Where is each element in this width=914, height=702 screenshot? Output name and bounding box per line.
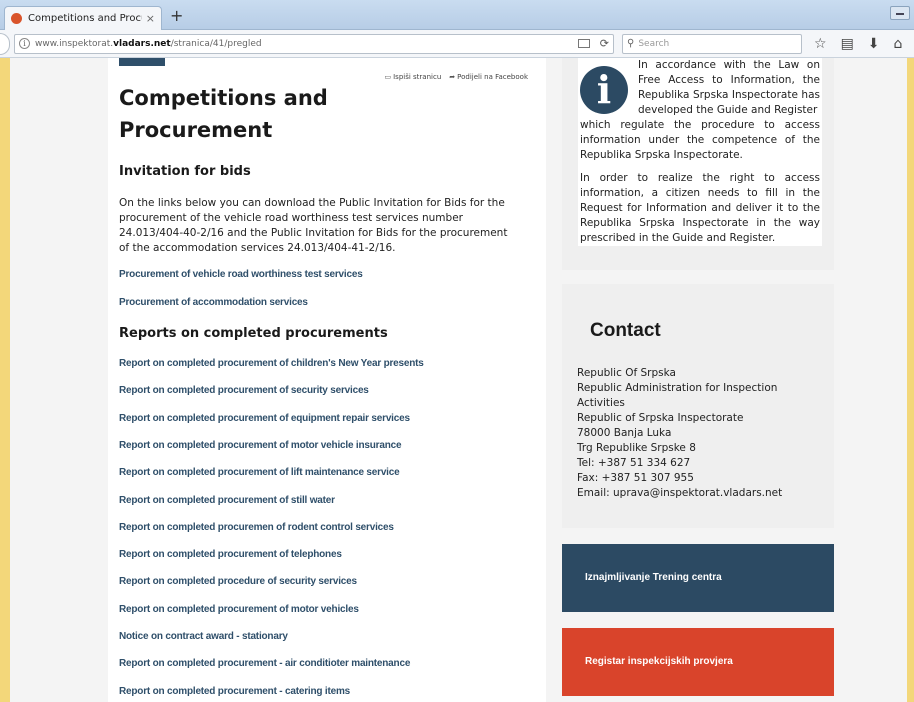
- information-icon: i: [580, 66, 628, 114]
- invitation-text: On the links below you can download the …: [119, 197, 508, 254]
- invitation-link[interactable]: Procurement of accommodation services: [119, 297, 308, 308]
- browser-tab-bar: Competitions and Procure... × +: [0, 0, 914, 30]
- report-link[interactable]: Report on completed procurement of lift …: [119, 467, 400, 478]
- site-favicon-icon: [11, 13, 22, 24]
- contact-title: Contact: [590, 320, 661, 341]
- web-page: ▭ Ispiši stranicu ➦ Podijeli na Facebook C…: [10, 58, 907, 702]
- contact-line: Fax: +387 51 307 955: [577, 472, 694, 484]
- print-page-label: Ispiši stranicu: [393, 73, 442, 81]
- search-icon: ⚲: [627, 38, 635, 49]
- report-link[interactable]: Report on completed procurement - cateri…: [119, 686, 350, 697]
- inspection-register-button[interactable]: Registar inspekcijskih provjera: [562, 628, 834, 696]
- new-tab-button[interactable]: +: [170, 6, 183, 25]
- report-link[interactable]: Report on completed procurement of secur…: [119, 385, 369, 396]
- report-link[interactable]: Report on completed procedure of securit…: [119, 576, 357, 587]
- print-page-link[interactable]: ▭ Ispiši stranicu: [384, 73, 441, 81]
- contact-line: Tel: +387 51 334 627: [577, 457, 691, 469]
- share-links: ▭ Ispiši stranicu ➦ Podijeli na Facebook: [384, 73, 528, 81]
- minimize-window-button[interactable]: [890, 6, 910, 20]
- reports-heading: Reports on completed procurements: [119, 326, 388, 341]
- search-placeholder: Search: [638, 38, 670, 49]
- search-box[interactable]: ⚲ Search: [622, 33, 802, 54]
- page-title: Competitions and Procurement: [119, 86, 328, 142]
- invitation-link[interactable]: Procurement of vehicle road worthiness t…: [119, 269, 363, 280]
- contact-line: Republic Of Srpska: [577, 367, 676, 379]
- contact-line: Republic Administration for Inspection A…: [577, 382, 778, 409]
- url-text: www.inspektorat.vladars.net/stranica/41/…: [35, 39, 572, 49]
- printer-icon: ▭: [384, 73, 392, 81]
- training-center-button[interactable]: Iznajmljivanje Trening centra: [562, 544, 834, 612]
- tab-title: Competitions and Procure...: [28, 13, 142, 24]
- report-link[interactable]: Report on completed procurement of equip…: [119, 413, 410, 424]
- inspection-register-label: Registar inspekcijskih provjera: [585, 656, 733, 667]
- back-button[interactable]: [0, 32, 10, 55]
- url-path: /stranica/41/pregled: [170, 38, 262, 49]
- training-center-label: Iznajmljivanje Trening centra: [585, 572, 722, 583]
- report-link[interactable]: Report on completed procuremen of rodent…: [119, 522, 394, 533]
- address-bar[interactable]: i www.inspektorat.vladars.net/stranica/4…: [14, 33, 614, 54]
- report-link[interactable]: Report on completed procurement of motor…: [119, 440, 402, 451]
- access-info-text: In order to realize the right to access …: [580, 172, 820, 244]
- contact-email[interactable]: Email: uprava@inspektorat.vladars.net: [577, 486, 817, 501]
- reload-icon[interactable]: ⟳: [600, 37, 609, 50]
- browser-tab[interactable]: Competitions and Procure... ×: [4, 6, 162, 30]
- contact-line: 78000 Banja Luka: [577, 427, 672, 439]
- report-link[interactable]: Report on completed procurement - air co…: [119, 658, 410, 669]
- report-link[interactable]: Report on completed procurement of telep…: [119, 549, 342, 560]
- browser-navigation-bar: i www.inspektorat.vladars.net/stranica/4…: [0, 30, 914, 58]
- url-prefix: www.inspektorat.: [35, 38, 114, 49]
- contact-line: Trg Republike Srpske 8: [577, 442, 696, 454]
- home-icon[interactable]: ⌂: [894, 36, 903, 52]
- access-info-text: In accordance with the Law on Free Acces…: [638, 59, 820, 116]
- main-content: ▭ Ispiši stranicu ➦ Podijeli na Facebook C…: [108, 58, 546, 702]
- access-info-content: i In accordance with the Law on Free Acc…: [578, 58, 822, 246]
- invitation-heading: Invitation for bids: [119, 164, 251, 179]
- toolbar-icons: ☆ ▤ ⬇ ⌂: [814, 36, 902, 52]
- downloads-icon[interactable]: ⬇: [868, 36, 880, 52]
- access-info-box: i In accordance with the Law on Free Acc…: [562, 58, 834, 270]
- header-stub: [119, 58, 165, 66]
- bookmark-star-icon[interactable]: ☆: [814, 36, 827, 52]
- share-arrow-icon: ➦: [449, 73, 456, 81]
- report-link[interactable]: Report on completed procurement of motor…: [119, 604, 359, 615]
- report-link[interactable]: Notice on contract award - stationary: [119, 631, 288, 642]
- bookmarks-library-icon[interactable]: ▤: [841, 36, 854, 52]
- contact-box: Contact Republic Of Srpska Republic Admi…: [562, 284, 834, 528]
- share-facebook-link[interactable]: ➦ Podijeli na Facebook: [449, 73, 528, 81]
- share-facebook-label: Podijeli na Facebook: [457, 73, 528, 81]
- report-link[interactable]: Report on completed procurement of still…: [119, 495, 335, 506]
- contact-line: Republic of Srpska Inspectorate: [577, 412, 744, 424]
- report-link[interactable]: Report on completed procurement of child…: [119, 358, 424, 369]
- page-scrollbar[interactable]: [907, 58, 914, 702]
- access-info-text: which regulate the procedure to access i…: [580, 119, 820, 161]
- site-info-icon[interactable]: i: [19, 38, 30, 49]
- reader-view-icon[interactable]: [577, 39, 590, 48]
- url-host: vladars.net: [113, 38, 171, 49]
- close-tab-icon[interactable]: ×: [146, 12, 155, 25]
